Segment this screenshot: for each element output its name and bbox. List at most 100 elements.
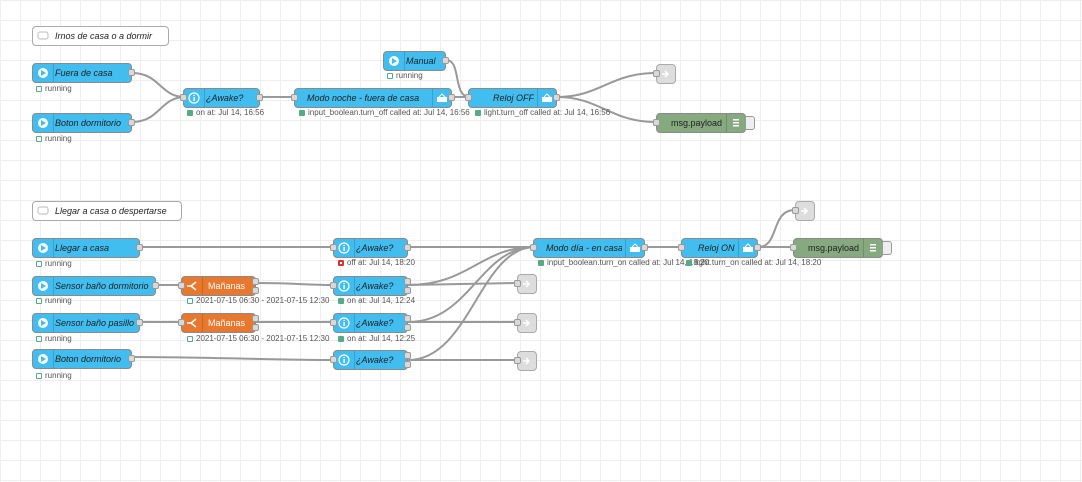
awake-node[interactable]: ¿Awake? [180,88,263,108]
node-status: running [36,371,72,381]
output-port[interactable] [136,319,143,326]
node-label: ¿Awake? [356,355,394,365]
comment-icon [33,27,53,45]
llegar-a-casa-node[interactable]: Llegar a casa [32,238,143,258]
input-port[interactable] [514,319,521,326]
output-port[interactable] [128,355,135,362]
comment-label: Llegar a casa o despertarse [55,206,167,216]
input-port[interactable] [653,70,660,77]
sensor-bano-pasillo-node[interactable]: Sensor baño pasillo [32,313,143,333]
node-status: off at: Jul 14, 18:20 [338,258,415,268]
node-label: Mañanas [208,281,246,291]
input-port[interactable] [291,94,298,101]
node-label: Reloj OFF [493,93,534,103]
debug-node[interactable]: msg.payload [653,113,755,133]
link-out-node[interactable] [792,201,815,221]
node-status: running [36,134,72,144]
wire [131,96,186,123]
output-port[interactable] [442,57,449,64]
comment-node[interactable]: Irnos de casa o a dormir [32,26,169,46]
output-port[interactable] [754,244,761,251]
node-label: Llegar a casa [55,243,110,253]
mananas-switch-node[interactable]: Mañanas [178,313,259,333]
debug-toggle-button[interactable] [745,116,755,130]
boton-dormitorio-node[interactable]: Boton dormitorio [32,349,135,369]
wire [131,356,336,361]
reloj-off-node[interactable]: Reloj OFF [465,88,560,108]
output-port[interactable] [404,244,411,251]
node-status: on at: Jul 14, 12:24 [338,296,415,306]
output-port[interactable] [404,352,411,359]
awake-node[interactable]: ¿Awake? [330,276,411,296]
link-out-icon [523,319,531,327]
awake-node[interactable]: ¿Awake? [330,350,411,370]
output-port[interactable] [404,324,411,331]
output-port[interactable] [136,244,143,251]
node-status: light.turn_on called at: Jul 14, 18:20 [686,258,821,268]
awake-node[interactable]: ¿Awake? [330,313,411,333]
link-out-node[interactable] [514,313,537,333]
mananas-switch-node[interactable]: Mañanas [178,276,259,296]
input-port[interactable] [653,119,660,126]
link-out-icon [662,70,670,78]
output-port[interactable] [252,287,259,294]
node-label: Boton dormitorio [55,354,122,364]
fuera-de-casa-node[interactable]: Fuera de casa [32,63,135,83]
info-icon [334,239,355,257]
input-port[interactable] [514,357,521,364]
link-out-node[interactable] [653,64,676,84]
boton-dormitorio-node[interactable]: Boton dormitorio [32,113,135,133]
home-assistant-icon [33,277,54,295]
debug-node[interactable]: msg.payload [790,238,892,258]
home-assistant-icon [33,350,54,368]
input-port[interactable] [465,94,472,101]
debug-toggle-button[interactable] [882,241,892,255]
link-out-icon [801,207,809,215]
node-label: Boton dormitorio [55,118,122,128]
node-status: running [387,71,423,81]
node-status: running [36,84,72,94]
output-port[interactable] [252,278,259,285]
output-port[interactable] [128,119,135,126]
node-status: on at: Jul 14, 12:25 [338,334,415,344]
output-port[interactable] [404,287,411,294]
input-port[interactable] [530,244,537,251]
info-icon [334,314,355,332]
modo-dia-node[interactable]: Modo día - en casa [530,238,648,258]
output-port[interactable] [553,94,560,101]
input-port[interactable] [678,244,685,251]
output-port[interactable] [128,69,135,76]
awake-node[interactable]: ¿Awake? [330,238,411,258]
input-port[interactable] [514,280,521,287]
input-port[interactable] [790,244,797,251]
home-assistant-icon [33,239,54,257]
home-assistant-icon [33,314,54,332]
inject-icon [384,52,405,70]
output-port[interactable] [641,244,648,251]
input-port[interactable] [792,207,799,214]
output-port[interactable] [152,282,159,289]
output-port[interactable] [404,361,411,368]
link-out-node[interactable] [514,351,537,371]
modo-noche-node[interactable]: Modo noche - fuera de casa [291,88,455,108]
link-out-icon [523,357,531,365]
output-port[interactable] [404,278,411,285]
output-port[interactable] [252,315,259,322]
node-status: running [36,334,72,344]
output-port[interactable] [404,315,411,322]
home-assistant-icon [33,64,54,82]
output-port[interactable] [448,94,455,101]
switch-icon [182,277,203,295]
manual-node[interactable]: Manual [383,51,449,71]
debug-list-icon [726,114,745,132]
node-label: Manual [406,56,436,66]
output-port[interactable] [252,324,259,331]
comment-node[interactable]: Llegar a casa o despertarse [32,201,182,221]
node-label: ¿Awake? [206,93,244,103]
node-label: ¿Awake? [356,243,394,253]
link-out-node[interactable] [514,274,537,294]
output-port[interactable] [256,94,263,101]
sensor-bano-dormitorio-node[interactable]: Sensor baño dormitorio [32,276,159,296]
reloj-on-node[interactable]: Reloj ON [678,238,761,258]
node-status: light.turn_off called at: Jul 14, 16:56 [475,108,610,118]
